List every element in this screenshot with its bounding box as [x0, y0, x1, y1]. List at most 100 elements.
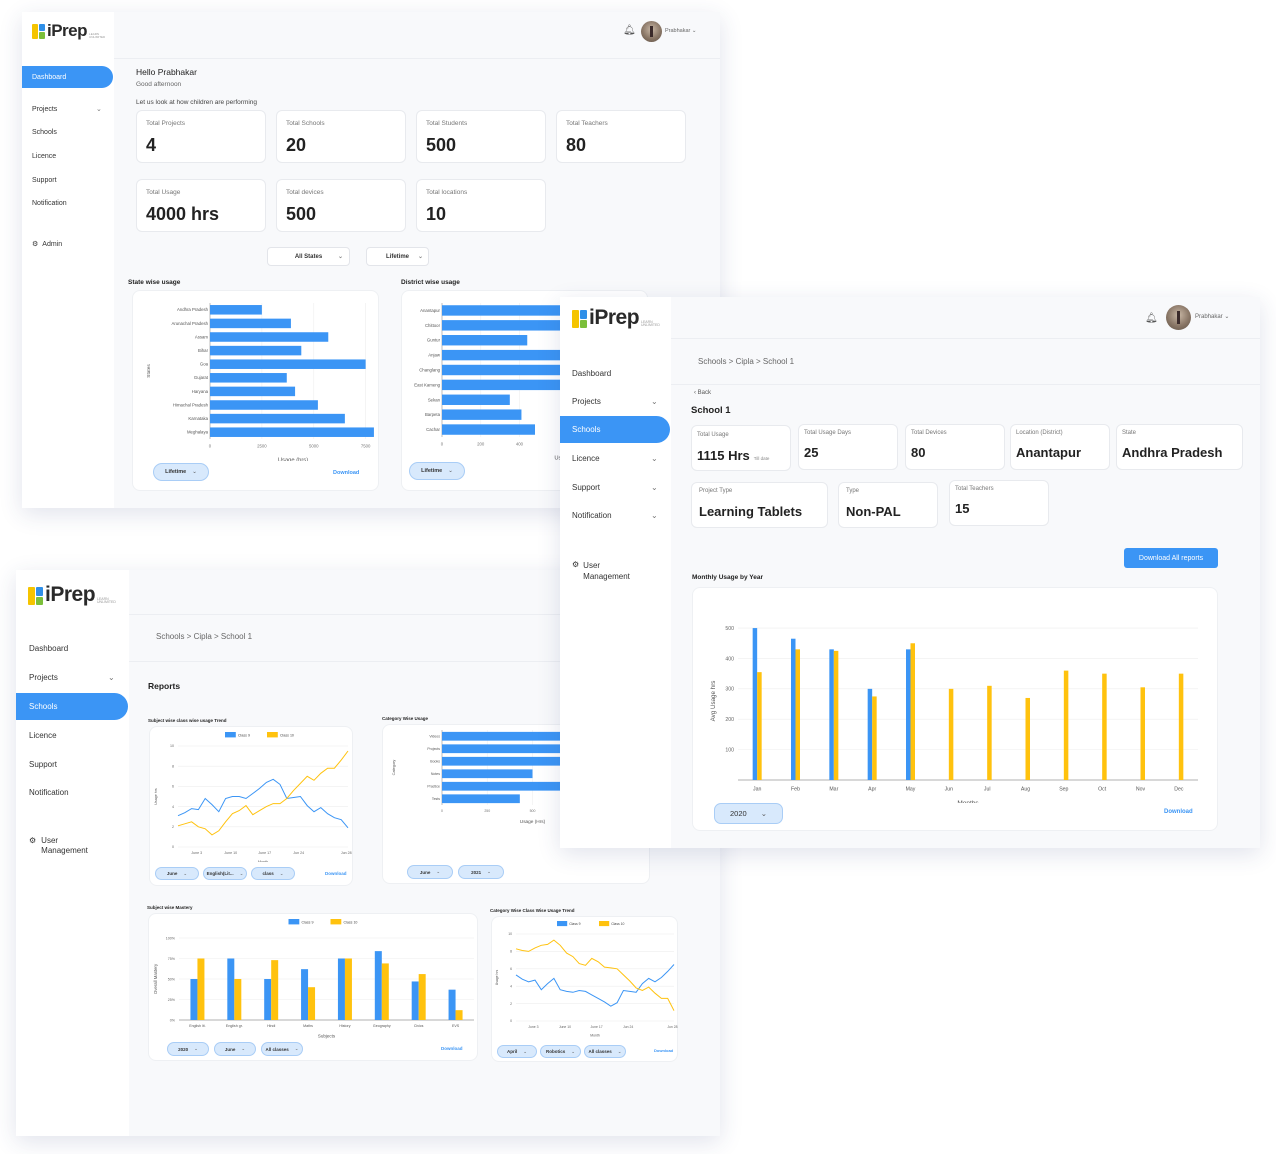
year-filter-dropdown[interactable]: 2020 ⌄ — [714, 803, 783, 824]
y-tick-label: 6 — [172, 785, 174, 789]
sidebar-item-user-management[interactable]: ⚙ User Management — [560, 560, 671, 584]
trend-class-dropdown[interactable]: class ⌄ — [251, 867, 295, 880]
sidebar-item-dashboard[interactable]: Dashboard — [560, 365, 671, 381]
x-tick-label: 2500 — [257, 444, 267, 449]
cat-trend-category-dropdown[interactable]: Robotics ⌄ — [540, 1045, 581, 1058]
state-period-dropdown[interactable]: Lifetime ⌄ — [153, 463, 209, 481]
sidebar-item-projects[interactable]: Projects ⌄ — [22, 102, 114, 116]
sidebar-item-support[interactable]: Support ⌄ — [560, 479, 671, 495]
trend-subject-dropdown[interactable]: English(Lit... ⌄ — [203, 867, 247, 880]
breadcrumb[interactable]: Schools > Cipla > School 1 — [156, 632, 252, 641]
sidebar-item-user-management[interactable]: ⚙ User Management — [16, 836, 129, 860]
x-axis-label: Month — [590, 1033, 600, 1037]
sidebar-item-admin[interactable]: ⚙ Admin — [22, 237, 114, 251]
bar — [210, 413, 345, 424]
category-year-dropdown[interactable]: 2021 ⌄ — [458, 865, 504, 879]
logo-mark-icon — [572, 310, 587, 328]
sidebar-item-support[interactable]: Support — [22, 173, 114, 187]
legend-swatch — [557, 921, 568, 927]
brand-name: iPrep — [47, 21, 88, 40]
breadcrumb[interactable]: Schools > Cipla > School 1 — [698, 357, 794, 366]
bar — [271, 960, 279, 1020]
monthly-usage-panel: 100 200 300 400 500 Jan Feb Mar Apr May Jun Jul Aug S… — [692, 587, 1218, 831]
state-download-link[interactable]: Download — [333, 470, 359, 476]
y-tick-label: Goa — [200, 362, 209, 367]
category-trend-panel: 0 2 4 6 8 10 June 3 June 10 June 17 Jun 24 Jun 28 M… — [491, 916, 678, 1062]
chevron-down-icon: ⌄ — [571, 1048, 576, 1054]
y-tick-label: Books — [430, 760, 440, 764]
mastery-title: Subject wise Mastery — [147, 905, 193, 910]
user-menu[interactable]: Prabhakar ⌄ — [1195, 313, 1229, 320]
mastery-month-dropdown[interactable]: June ⌄ — [214, 1042, 256, 1056]
bar — [442, 424, 535, 435]
chevron-down-icon: ⌄ — [448, 468, 453, 474]
stat-card-total-schools: Total Schools 20 — [276, 110, 406, 163]
user-menu[interactable]: Prabhakar ⌄ — [665, 28, 697, 34]
sidebar-item-licence[interactable]: Licence ⌄ — [560, 450, 671, 466]
y-tick-label: Haryana — [192, 389, 209, 394]
bar — [418, 974, 426, 1020]
y-tick-label: Gujarat — [194, 375, 209, 380]
avatar[interactable] — [641, 21, 662, 42]
category-trend-chart: 0 2 4 6 8 10 June 3 June 10 June 17 Jun 24 Jun 28 M… — [495, 921, 678, 1037]
cat-trend-class-dropdown[interactable]: All classes ⌄ — [584, 1045, 626, 1058]
legend-swatch — [225, 732, 236, 738]
bell-icon[interactable]: 🔔︎ — [1145, 313, 1158, 324]
legend-label: Class 9 — [301, 920, 313, 924]
y-axis-label: States — [146, 364, 152, 378]
sidebar-item-licence[interactable]: Licence — [16, 727, 129, 743]
sidebar-item-support[interactable]: Support — [16, 756, 129, 772]
sidebar-item-notification[interactable]: Notification — [16, 784, 129, 800]
reports-heading: Reports — [148, 681, 181, 691]
x-tick-label: Civics — [414, 1024, 424, 1028]
trend-month-dropdown[interactable]: June ⌄ — [155, 867, 199, 880]
brand-name: iPrep — [589, 306, 640, 329]
chevron-down-icon: ⌄ — [651, 510, 658, 520]
bar — [234, 979, 242, 1020]
cat-trend-month-dropdown[interactable]: April ⌄ — [497, 1045, 537, 1058]
sidebar-item-schools[interactable]: Schools — [560, 416, 670, 443]
trend-download-link[interactable]: Download — [325, 871, 347, 876]
sidebar-item-dashboard[interactable]: Dashboard — [16, 640, 129, 656]
download-all-reports-button[interactable]: Download All reports — [1124, 548, 1218, 568]
avatar[interactable] — [1166, 305, 1191, 330]
x-tick-label: English gr. — [226, 1024, 243, 1028]
sidebar-item-projects[interactable]: Projects ⌄ — [16, 669, 129, 685]
district-period-dropdown[interactable]: Lifetime ⌄ — [409, 462, 465, 480]
sidebar-item-label: Schools — [32, 128, 57, 136]
period-filter-select[interactable]: Lifetime ⌄ — [366, 247, 429, 266]
bar — [448, 989, 456, 1020]
state-filter-select[interactable]: All States ⌄ — [267, 247, 350, 266]
bar — [337, 958, 345, 1020]
monthly-download-link[interactable]: Download — [1164, 809, 1193, 815]
y-tick-label: 10 — [170, 744, 174, 748]
mastery-download-link[interactable]: Download — [441, 1046, 463, 1051]
y-axis-label: Category — [392, 760, 396, 776]
x-tick-label: Nov — [1136, 786, 1146, 792]
category-month-dropdown[interactable]: June ⌄ — [407, 865, 453, 879]
x-tick-label: Feb — [791, 786, 800, 792]
mastery-class-dropdown[interactable]: All classes ⌄ — [261, 1042, 303, 1056]
chevron-down-icon: ⌄ — [294, 1046, 299, 1051]
legend-label: Class 10 — [343, 920, 357, 924]
district-usage-title: District wise usage — [401, 279, 460, 286]
back-link[interactable]: ‹ Back — [694, 390, 711, 396]
x-tick-label: 0 — [209, 444, 212, 449]
sidebar-item-licence[interactable]: Licence — [22, 149, 114, 163]
sidebar-item-notification[interactable]: Notification ⌄ — [560, 507, 671, 523]
sidebar-item-schools[interactable]: Schools — [22, 125, 114, 139]
sidebar-item-label: User Management — [583, 561, 630, 582]
y-tick-label: 6 — [510, 967, 512, 971]
sidebar-item-dashboard[interactable]: Dashboard — [22, 66, 113, 88]
mastery-year-dropdown[interactable]: 2020 ⌄ — [167, 1042, 209, 1056]
sidebar-item-projects[interactable]: Projects ⌄ — [560, 393, 671, 409]
y-tick-label: 0 — [510, 1019, 512, 1023]
chevron-down-icon: ⌄ — [239, 870, 244, 876]
sidebar-item-schools[interactable]: Schools — [16, 693, 128, 720]
sidebar-item-notification[interactable]: Notification — [22, 196, 114, 210]
bell-icon[interactable]: 🔔︎ — [623, 25, 636, 36]
cat-trend-download-link[interactable]: Download — [654, 1048, 673, 1053]
x-tick-label: Jun — [945, 786, 953, 792]
stat-card-state: State Andhra Pradesh — [1116, 424, 1243, 470]
legend-label: Class 9 — [238, 733, 250, 737]
